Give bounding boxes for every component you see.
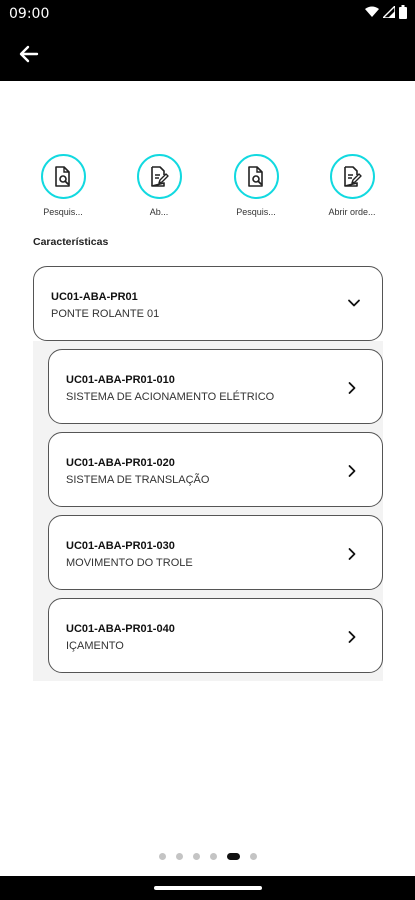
child-equipment-card[interactable]: UC01-ABA-PR01-010 SISTEMA DE ACIONAMENTO… [48,349,383,424]
equipment-name: SISTEMA DE ACIONAMENTO ELÉTRICO [66,391,275,403]
page-dot[interactable] [209,853,217,860]
wifi-icon [365,6,379,17]
chevron-right-icon [348,548,356,560]
page-dot-active[interactable] [226,853,240,860]
action-search-2[interactable]: Pesquis... [216,154,296,217]
page-indicator [0,853,415,860]
chevron-right-icon [348,465,356,477]
child-equipment-card[interactable]: UC01-ABA-PR01-030 MOVIMENTO DO TROLE [48,515,383,590]
document-search-icon [55,165,70,187]
equipment-code: UC01-ABA-PR01-020 [66,457,175,469]
quick-actions: Pesquis... Ab... Pesquis... Abrir orde..… [0,154,415,224]
status-time: 09:00 [9,6,50,22]
action-circle [136,154,182,199]
chevron-right-icon [348,382,356,394]
page-dot[interactable] [249,853,257,860]
parent-equipment-card[interactable]: UC01-ABA-PR01 PONTE ROLANTE 01 [33,266,383,341]
arrow-left-icon [19,45,39,63]
action-label: Abrir orde... [328,207,376,217]
document-edit-icon [344,165,362,187]
document-search-icon [248,165,263,187]
section-title: Características [33,236,109,248]
page-dot[interactable] [158,853,166,860]
signal-icon [383,6,395,18]
child-equipment-card[interactable]: UC01-ABA-PR01-040 IÇAMENTO [48,598,383,673]
equipment-name: MOVIMENTO DO TROLE [66,557,193,569]
equipment-code: UC01-ABA-PR01-010 [66,374,175,386]
action-circle [329,154,375,199]
status-bar: 09:00 [0,0,415,26]
action-label: Ab... [149,207,169,217]
equipment-name: IÇAMENTO [66,640,124,652]
back-button[interactable] [16,41,42,67]
action-circle [40,154,86,199]
page-dot[interactable] [192,853,200,860]
action-edit-1[interactable]: Ab... [119,154,199,217]
equipment-code: UC01-ABA-PR01-040 [66,623,175,635]
equipment-name: SISTEMA DE TRANSLAÇÃO [66,474,210,486]
chevron-down-icon [348,299,360,307]
system-nav-bar [0,876,415,900]
child-list: UC01-ABA-PR01-010 SISTEMA DE ACIONAMENTO… [33,341,383,681]
status-icons [365,5,407,19]
chevron-right-icon [348,631,356,643]
child-equipment-card[interactable]: UC01-ABA-PR01-020 SISTEMA DE TRANSLAÇÃO [48,432,383,507]
app-bar [0,26,415,81]
home-handle[interactable] [154,886,262,890]
action-label: Pesquis... [43,207,83,217]
equipment-code: UC01-ABA-PR01 [51,291,138,303]
document-edit-icon [151,165,169,187]
action-label: Pesquis... [236,207,276,217]
action-edit-2[interactable]: Abrir orde... [312,154,392,217]
action-circle [233,154,279,199]
battery-icon [399,5,407,19]
equipment-tree: UC01-ABA-PR01 PONTE ROLANTE 01 UC01-ABA-… [33,266,383,681]
action-search-1[interactable]: Pesquis... [23,154,103,217]
equipment-code: UC01-ABA-PR01-030 [66,540,175,552]
page-dot[interactable] [175,853,183,860]
equipment-name: PONTE ROLANTE 01 [51,308,160,320]
